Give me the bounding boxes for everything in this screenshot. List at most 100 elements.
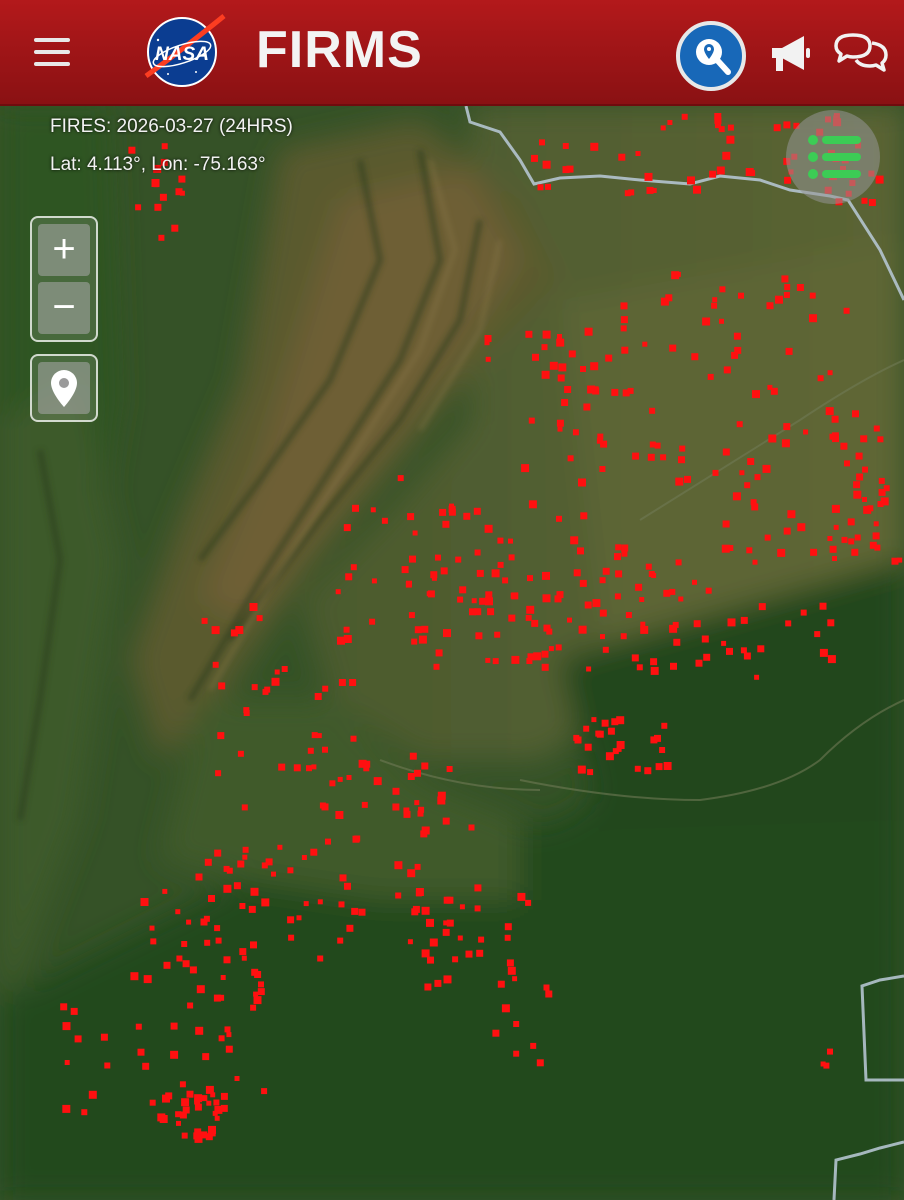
fire-detection-point[interactable] xyxy=(414,863,421,870)
fire-detection-point[interactable] xyxy=(455,556,462,563)
fire-detection-point[interactable] xyxy=(468,824,475,831)
fire-detection-point[interactable] xyxy=(532,353,539,361)
fire-detection-point[interactable] xyxy=(712,469,719,476)
fire-detection-point[interactable] xyxy=(220,1092,228,1100)
fire-detection-point[interactable] xyxy=(545,990,553,998)
fire-detection-point[interactable] xyxy=(471,598,477,604)
fire-detection-point[interactable] xyxy=(862,497,867,502)
fire-detection-point[interactable] xyxy=(213,994,221,1002)
fire-detection-point[interactable] xyxy=(542,330,551,339)
fire-detection-point[interactable] xyxy=(521,464,530,473)
fire-detection-point[interactable] xyxy=(208,1125,216,1134)
fire-detection-point[interactable] xyxy=(596,437,603,444)
fire-detection-point[interactable] xyxy=(513,1050,520,1057)
fire-detection-point[interactable] xyxy=(829,433,836,440)
fire-detection-point[interactable] xyxy=(781,275,789,283)
fire-detection-point[interactable] xyxy=(669,624,678,633)
fire-detection-point[interactable] xyxy=(525,899,532,906)
fire-detection-point[interactable] xyxy=(614,553,621,561)
fire-detection-point[interactable] xyxy=(411,908,419,916)
fire-detection-point[interactable] xyxy=(435,649,443,657)
fire-detection-point[interactable] xyxy=(751,503,759,511)
fire-detection-point[interactable] xyxy=(427,956,434,964)
fire-detection-point[interactable] xyxy=(175,188,183,196)
fire-detection-point[interactable] xyxy=(335,811,344,819)
fire-detection-point[interactable] xyxy=(634,765,641,772)
fire-detection-point[interactable] xyxy=(557,426,563,432)
fire-detection-point[interactable] xyxy=(587,769,594,776)
fire-detection-point[interactable] xyxy=(536,1059,544,1067)
fire-detection-point[interactable] xyxy=(872,532,880,540)
fire-detection-point[interactable] xyxy=(783,292,790,298)
fire-detection-point[interactable] xyxy=(307,747,314,754)
fire-detection-point[interactable] xyxy=(161,143,168,150)
fire-detection-point[interactable] xyxy=(590,142,599,151)
fire-detection-point[interactable] xyxy=(233,882,241,890)
fire-detection-point[interactable] xyxy=(435,554,441,561)
fire-detection-point[interactable] xyxy=(241,955,247,961)
fire-detection-point[interactable] xyxy=(205,1085,214,1094)
fire-detection-point[interactable] xyxy=(614,593,621,600)
fire-detection-point[interactable] xyxy=(434,979,442,987)
fire-detection-point[interactable] xyxy=(433,663,440,670)
fire-detection-point[interactable] xyxy=(418,635,427,644)
fire-detection-point[interactable] xyxy=(577,547,584,555)
fire-detection-point[interactable] xyxy=(350,735,357,742)
fire-detection-point[interactable] xyxy=(337,776,343,782)
fire-detection-point[interactable] xyxy=(446,766,453,772)
fire-detection-point[interactable] xyxy=(170,1050,179,1059)
fire-detection-point[interactable] xyxy=(251,684,258,691)
fire-detection-point[interactable] xyxy=(497,980,505,988)
fire-detection-point[interactable] xyxy=(392,803,400,811)
fire-detection-point[interactable] xyxy=(787,510,796,519)
fire-detection-point[interactable] xyxy=(556,338,565,347)
fire-detection-point[interactable] xyxy=(415,888,424,896)
fire-detection-point[interactable] xyxy=(381,517,388,524)
fire-detection-point[interactable] xyxy=(732,492,741,501)
fire-detection-point[interactable] xyxy=(220,975,226,980)
fire-detection-point[interactable] xyxy=(541,344,548,351)
fire-detection-point[interactable] xyxy=(650,736,658,744)
fire-detection-point[interactable] xyxy=(408,612,415,619)
fire-detection-point[interactable] xyxy=(346,924,354,932)
fire-detection-point[interactable] xyxy=(194,1103,202,1111)
fire-detection-point[interactable] xyxy=(258,981,264,988)
fire-detection-point[interactable] xyxy=(701,635,709,643)
fire-detection-point[interactable] xyxy=(809,292,816,299)
fire-detection-point[interactable] xyxy=(62,1022,71,1031)
fire-detection-point[interactable] xyxy=(726,135,735,144)
fire-detection-point[interactable] xyxy=(541,370,550,379)
fire-detection-point[interactable] xyxy=(446,896,454,904)
fire-detection-point[interactable] xyxy=(583,725,590,732)
fire-detection-point[interactable] xyxy=(287,867,294,874)
fire-detection-point[interactable] xyxy=(781,439,790,448)
fire-detection-point[interactable] xyxy=(339,874,347,882)
fire-detection-point[interactable] xyxy=(762,464,771,473)
fire-detection-point[interactable] xyxy=(407,869,416,878)
fire-detection-point[interactable] xyxy=(407,513,415,521)
fire-detection-point[interactable] xyxy=(663,762,672,770)
fire-detection-point[interactable] xyxy=(743,652,751,660)
fire-detection-point[interactable] xyxy=(476,949,484,957)
fire-detection-point[interactable] xyxy=(740,647,747,654)
fire-detection-point[interactable] xyxy=(243,710,250,716)
fire-detection-point[interactable] xyxy=(800,609,807,616)
fire-detection-point[interactable] xyxy=(542,571,550,580)
fire-detection-point[interactable] xyxy=(223,884,232,893)
fire-detection-point[interactable] xyxy=(195,1026,204,1035)
fire-detection-point[interactable] xyxy=(602,646,609,653)
fire-detection-point[interactable] xyxy=(827,370,833,376)
fire-detection-point[interactable] xyxy=(158,234,165,241)
fire-detection-point[interactable] xyxy=(487,608,495,616)
fire-detection-point[interactable] xyxy=(635,583,643,591)
fire-detection-point[interactable] xyxy=(163,961,171,969)
fire-detection-point[interactable] xyxy=(531,154,538,162)
fire-detection-point[interactable] xyxy=(556,515,562,522)
fire-detection-point[interactable] xyxy=(176,955,183,962)
fire-detection-point[interactable] xyxy=(572,429,579,436)
fire-detection-point[interactable] xyxy=(647,453,655,461)
zoom-out-button[interactable]: − xyxy=(38,282,90,334)
fire-detection-point[interactable] xyxy=(281,666,288,672)
fire-detection-point[interactable] xyxy=(716,166,725,175)
fire-detection-point[interactable] xyxy=(530,1042,537,1049)
